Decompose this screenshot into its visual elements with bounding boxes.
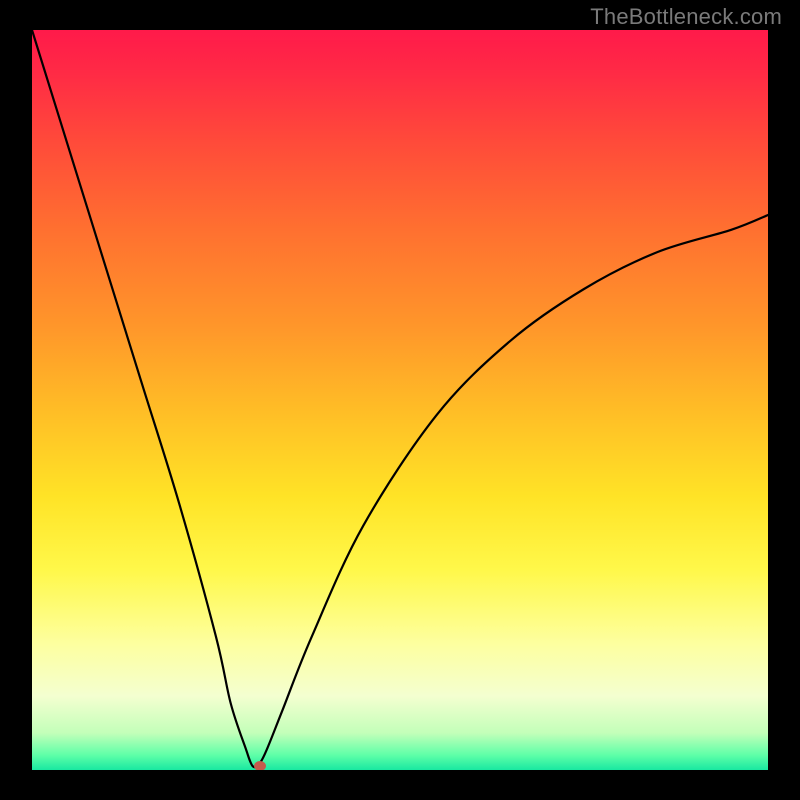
watermark-text: TheBottleneck.com [590, 4, 782, 30]
chart-plot-area [32, 30, 768, 770]
minimum-marker [254, 761, 266, 770]
chart-curve-svg [32, 30, 768, 770]
bottleneck-curve [32, 30, 768, 767]
